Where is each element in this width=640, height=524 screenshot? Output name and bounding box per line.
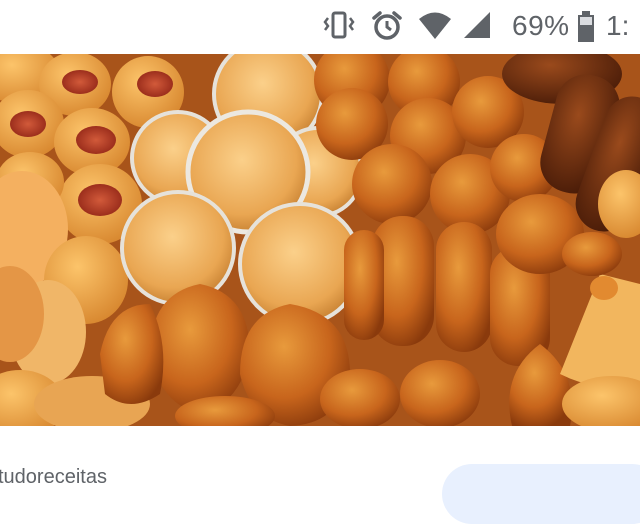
wifi-icon [418,10,452,47]
food-photo[interactable] [0,54,640,426]
source-site-name[interactable]: tudoreceitas [0,466,107,489]
visit-button[interactable] [442,464,640,524]
cell-signal-icon [462,10,492,47]
clock: 1: [606,10,630,41]
battery-percent: 69% [512,10,570,41]
battery-icon [576,10,596,49]
vibrate-icon [322,10,356,47]
alarm-icon [370,10,404,47]
status-bar: 69% 1: [0,0,640,54]
image-source-row: tudoreceitas [0,426,640,524]
